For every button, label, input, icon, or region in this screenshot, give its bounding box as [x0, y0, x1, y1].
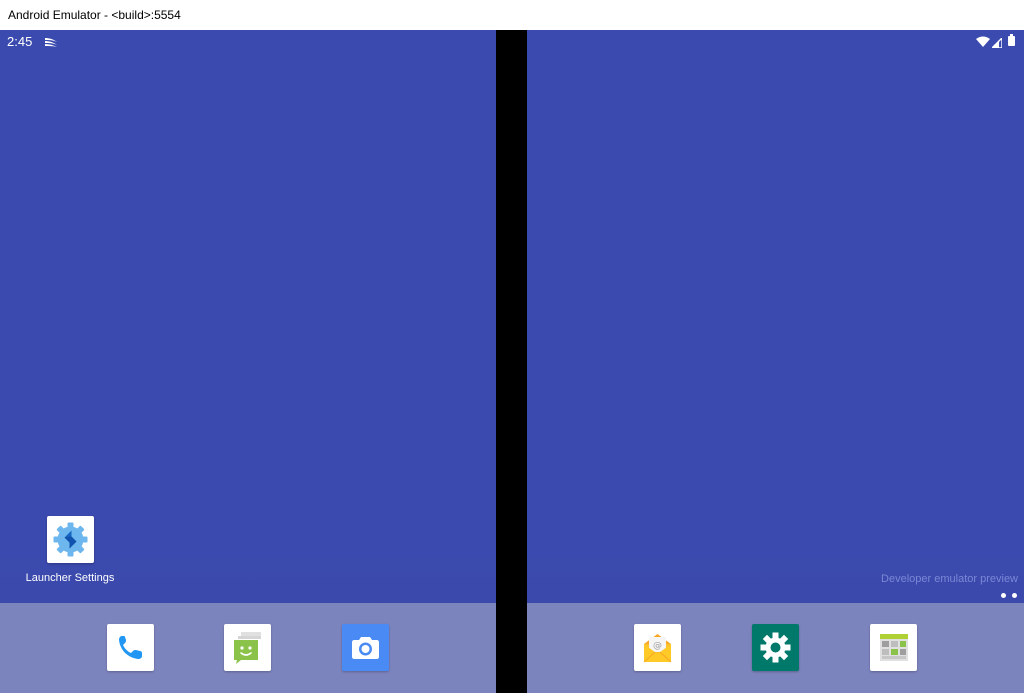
svg-text:@: @ — [653, 641, 662, 651]
gallery-app[interactable] — [870, 624, 917, 671]
left-screen: 2:45 Launcher Settings — [0, 30, 496, 693]
battery-icon — [1008, 33, 1015, 51]
messages-icon — [234, 632, 261, 664]
email-app[interactable]: @ — [634, 624, 681, 671]
right-dock: @ — [527, 603, 1024, 693]
window-title: Android Emulator - <build>:5554 — [8, 8, 181, 22]
launcher-settings-label[interactable]: Launcher Settings — [0, 572, 140, 585]
phone-app[interactable] — [107, 624, 154, 671]
phone-icon — [119, 636, 142, 659]
launcher-settings-app[interactable] — [47, 516, 94, 563]
window-titlebar: Android Emulator - <build>:5554 — [0, 0, 1024, 30]
gallery-icon — [880, 634, 908, 661]
launcher-settings-icon — [53, 522, 88, 557]
developer-preview-watermark: Developer emulator preview — [881, 573, 1018, 585]
messages-app[interactable] — [224, 624, 271, 671]
page-indicator-dot[interactable] — [1001, 593, 1006, 598]
settings-gear-icon — [760, 632, 791, 663]
page-indicator-dot[interactable] — [1012, 593, 1017, 598]
left-dock — [0, 603, 496, 693]
email-icon: @ — [643, 634, 672, 663]
right-screen: Developer emulator preview @ — [527, 30, 1024, 693]
cellular-signal-icon — [990, 35, 1003, 53]
settings-app[interactable] — [752, 624, 799, 671]
swiftkey-icon — [44, 35, 58, 53]
status-clock: 2:45 — [7, 34, 33, 49]
wifi-icon — [976, 34, 990, 52]
camera-app[interactable] — [342, 624, 389, 671]
device-hinge — [496, 30, 527, 693]
camera-icon — [352, 637, 379, 659]
